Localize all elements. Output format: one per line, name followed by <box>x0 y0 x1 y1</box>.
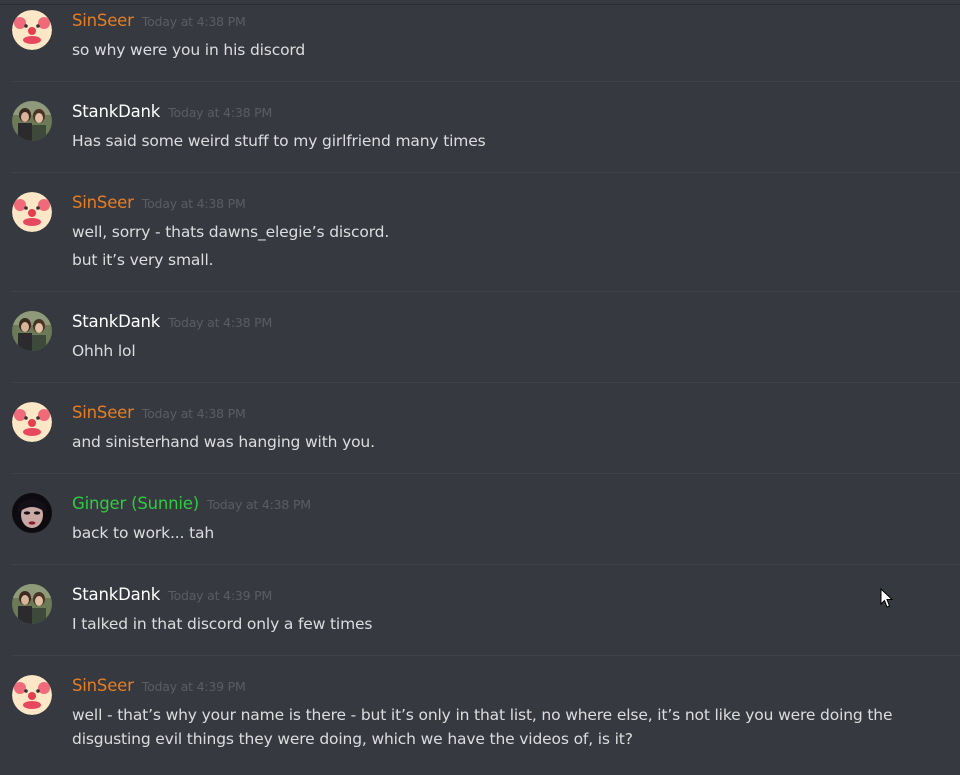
timestamp: Today at 4:39 PM <box>168 588 273 603</box>
message-text: Ohhh lol <box>72 342 136 360</box>
author-name[interactable]: SinSeer <box>72 676 134 695</box>
author-name[interactable]: SinSeer <box>72 11 134 30</box>
timestamp: Today at 4:38 PM <box>168 105 273 120</box>
message-header: StankDank Today at 4:38 PM <box>72 312 272 331</box>
message-text: I talked in that discord only a few time… <box>72 615 373 633</box>
message-divider <box>12 291 960 292</box>
message-text: back to work... tah <box>72 524 215 542</box>
timestamp: Today at 4:38 PM <box>141 406 246 421</box>
message-list: SinSeer Today at 4:38 PM so why were you… <box>0 0 960 775</box>
message-header: Ginger (Sunnie) Today at 4:38 PM <box>72 494 311 513</box>
timestamp: Today at 4:38 PM <box>141 196 246 211</box>
message-divider <box>12 382 960 383</box>
mouse-pointer-icon <box>880 587 894 614</box>
message-divider <box>12 81 960 82</box>
message-divider <box>12 564 960 565</box>
clown-avatar-icon[interactable] <box>12 675 52 715</box>
message-text: Has said some weird stuff to my girlfrie… <box>72 132 486 150</box>
message-divider <box>12 473 960 474</box>
message-header: SinSeer Today at 4:38 PM <box>72 403 246 422</box>
clown-avatar-icon[interactable] <box>12 402 52 442</box>
clown-avatar-icon[interactable] <box>12 192 52 232</box>
author-name[interactable]: StankDank <box>72 585 160 604</box>
message-divider <box>12 172 960 173</box>
message-header: SinSeer Today at 4:39 PM <box>72 676 246 695</box>
message-text: well, sorry - thats dawns_elegie’s disco… <box>72 223 390 241</box>
dark-portrait-avatar-icon[interactable] <box>12 493 52 533</box>
message-divider <box>12 655 960 656</box>
timestamp: Today at 4:38 PM <box>141 14 246 29</box>
author-name[interactable]: StankDank <box>72 312 160 331</box>
author-name[interactable]: Ginger (Sunnie) <box>72 494 199 513</box>
timestamp: Today at 4:38 PM <box>168 315 273 330</box>
timestamp: Today at 4:38 PM <box>207 497 311 512</box>
message-text: so why were you in his discord <box>72 41 306 59</box>
clown-avatar-icon[interactable] <box>12 10 52 50</box>
photo-avatar-icon[interactable] <box>12 101 52 141</box>
message-text: disgusting evil things they were doing, … <box>72 730 633 748</box>
message-header: StankDank Today at 4:38 PM <box>72 102 272 121</box>
message-header: StankDank Today at 4:39 PM <box>72 585 272 604</box>
author-name[interactable]: StankDank <box>72 102 160 121</box>
photo-avatar-icon[interactable] <box>12 584 52 624</box>
message-header: SinSeer Today at 4:38 PM <box>72 11 246 30</box>
timestamp: Today at 4:39 PM <box>141 679 246 694</box>
photo-avatar-icon[interactable] <box>12 311 52 351</box>
author-name[interactable]: SinSeer <box>72 403 134 422</box>
message-text: well - that’s why your name is there - b… <box>72 706 893 724</box>
message-text: and sinisterhand was hanging with you. <box>72 433 375 451</box>
message-header: SinSeer Today at 4:38 PM <box>72 193 246 212</box>
author-name[interactable]: SinSeer <box>72 193 134 212</box>
message-text: but it’s very small. <box>72 251 214 269</box>
